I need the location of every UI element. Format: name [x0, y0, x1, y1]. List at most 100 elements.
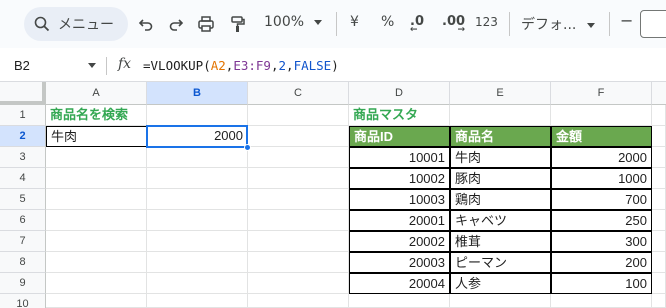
cell-d10[interactable]: [349, 294, 450, 308]
cell-b8[interactable]: [147, 252, 248, 273]
master-name-cell[interactable]: 椎茸: [450, 231, 551, 252]
master-name-cell[interactable]: キャベツ: [450, 210, 551, 231]
master-price-cell[interactable]: 300: [551, 231, 652, 252]
master-price-cell[interactable]: 100: [551, 273, 652, 294]
formula-input[interactable]: =VLOOKUP(A2,E3:F9,2,FALSE): [143, 58, 339, 73]
cell-e10[interactable]: [450, 294, 551, 308]
cell-c8[interactable]: [248, 252, 349, 273]
redo-icon[interactable]: [164, 12, 188, 36]
row-header-10[interactable]: 10: [0, 294, 46, 308]
cell-c7[interactable]: [248, 231, 349, 252]
master-header-3[interactable]: 金額: [551, 126, 652, 147]
row-header-9[interactable]: 9: [0, 273, 46, 294]
cell-g3[interactable]: [652, 147, 666, 168]
cell-c2[interactable]: [248, 126, 349, 147]
cell-g10[interactable]: [652, 294, 666, 308]
cell-a7[interactable]: [46, 231, 147, 252]
cell-g6[interactable]: [652, 210, 666, 231]
master-price-cell[interactable]: 1000: [551, 168, 652, 189]
font-select[interactable]: デフォ...: [521, 14, 595, 34]
search-title[interactable]: 商品名を検索: [46, 105, 147, 126]
cell-c5[interactable]: [248, 189, 349, 210]
cell-a9[interactable]: [46, 273, 147, 294]
cell-b4[interactable]: [147, 168, 248, 189]
cell-g8[interactable]: [652, 252, 666, 273]
row-header-1[interactable]: 1: [0, 105, 46, 126]
cell-g5[interactable]: [652, 189, 666, 210]
cell-g1[interactable]: [652, 105, 666, 126]
master-price-cell[interactable]: 250: [551, 210, 652, 231]
cell-c3[interactable]: [248, 147, 349, 168]
master-id-cell[interactable]: 20003: [349, 252, 450, 273]
master-name-cell[interactable]: 鶏肉: [450, 189, 551, 210]
currency-button[interactable]: ¥: [350, 14, 359, 30]
cell-b10[interactable]: [147, 294, 248, 308]
master-name-cell[interactable]: 牛肉: [450, 147, 551, 168]
cell-a6[interactable]: [46, 210, 147, 231]
cell-g4[interactable]: [652, 168, 666, 189]
number-format-button[interactable]: 123: [475, 15, 498, 29]
row-header-4[interactable]: 4: [0, 168, 46, 189]
column-header-c[interactable]: C: [248, 82, 349, 105]
row-header-3[interactable]: 3: [0, 147, 46, 168]
cell-g9[interactable]: [652, 273, 666, 294]
row-header-5[interactable]: 5: [0, 189, 46, 210]
cell-c10[interactable]: [248, 294, 349, 308]
row-header-2[interactable]: 2: [0, 126, 46, 147]
master-price-cell[interactable]: 200: [551, 252, 652, 273]
print-icon[interactable]: [194, 12, 218, 36]
column-header-f[interactable]: F: [551, 82, 652, 105]
undo-icon[interactable]: [134, 12, 158, 36]
select-all-corner[interactable]: [0, 82, 46, 105]
column-header-g[interactable]: [652, 82, 666, 105]
paint-format-icon[interactable]: [226, 12, 250, 36]
cell-b3[interactable]: [147, 147, 248, 168]
font-size-decrease-button[interactable]: −: [620, 11, 633, 30]
cell-b5[interactable]: [147, 189, 248, 210]
master-id-cell[interactable]: 10002: [349, 168, 450, 189]
cell-c4[interactable]: [248, 168, 349, 189]
chevron-down-icon[interactable]: [88, 63, 96, 68]
font-size-input[interactable]: [640, 10, 666, 38]
row-header-7[interactable]: 7: [0, 231, 46, 252]
master-header-2[interactable]: 商品名: [450, 126, 551, 147]
increase-decimal-button[interactable]: .00 →: [442, 14, 465, 35]
cell-b6[interactable]: [147, 210, 248, 231]
master-name-cell[interactable]: 人参: [450, 273, 551, 294]
cell-a4[interactable]: [46, 168, 147, 189]
percent-button[interactable]: %: [381, 14, 394, 30]
row-header-8[interactable]: 8: [0, 252, 46, 273]
master-id-cell[interactable]: 10001: [349, 147, 450, 168]
cell-b7[interactable]: [147, 231, 248, 252]
cell-c1[interactable]: [248, 105, 349, 126]
master-title[interactable]: 商品マスタ: [349, 105, 450, 126]
master-id-cell[interactable]: 20001: [349, 210, 450, 231]
cell-g7[interactable]: [652, 231, 666, 252]
column-header-a[interactable]: A: [46, 82, 147, 105]
master-name-cell[interactable]: 豚肉: [450, 168, 551, 189]
cell-e1[interactable]: [450, 105, 551, 126]
column-header-d[interactable]: D: [349, 82, 450, 105]
master-name-cell[interactable]: ピーマン: [450, 252, 551, 273]
cell-a3[interactable]: [46, 147, 147, 168]
master-id-cell[interactable]: 20004: [349, 273, 450, 294]
master-id-cell[interactable]: 20002: [349, 231, 450, 252]
search-input-cell[interactable]: 牛肉: [46, 126, 147, 147]
cell-c9[interactable]: [248, 273, 349, 294]
cell-f1[interactable]: [551, 105, 652, 126]
cell-a8[interactable]: [46, 252, 147, 273]
decrease-decimal-button[interactable]: .0 ←: [410, 14, 424, 35]
master-id-cell[interactable]: 10003: [349, 189, 450, 210]
cell-a5[interactable]: [46, 189, 147, 210]
menu-search-button[interactable]: メニュー: [24, 7, 128, 41]
name-box[interactable]: B2: [14, 58, 30, 73]
cell-f10[interactable]: [551, 294, 652, 308]
cell-b9[interactable]: [147, 273, 248, 294]
cell-c6[interactable]: [248, 210, 349, 231]
cell-b1[interactable]: [147, 105, 248, 126]
master-header-1[interactable]: 商品ID: [349, 126, 450, 147]
column-header-b[interactable]: B: [147, 82, 248, 105]
row-header-6[interactable]: 6: [0, 210, 46, 231]
fill-handle[interactable]: [244, 144, 251, 151]
master-price-cell[interactable]: 2000: [551, 147, 652, 168]
